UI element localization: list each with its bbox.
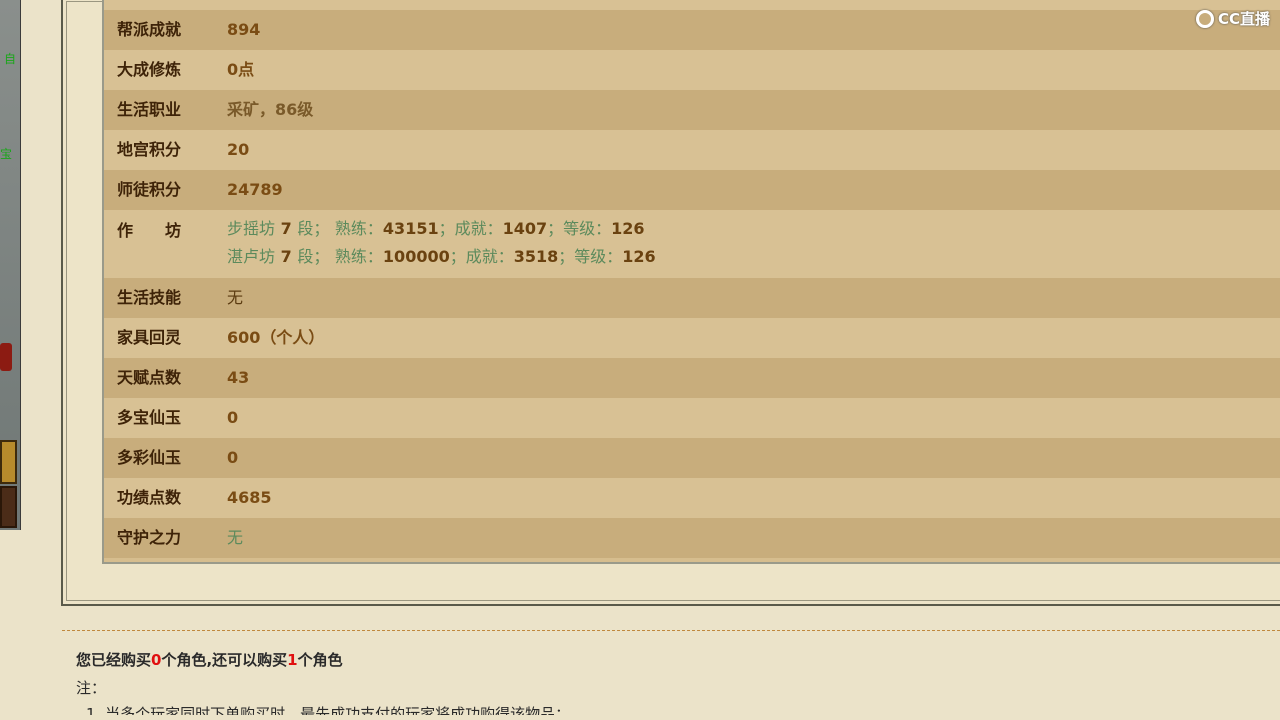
attribute-row: 生活职业 采矿，86级 <box>104 90 1280 130</box>
attribute-value: 894 <box>227 20 261 39</box>
attribute-value: 4685 <box>227 488 272 507</box>
attribute-value: 无 <box>227 288 244 307</box>
attribute-row: 帮派成就 894 <box>104 10 1280 50</box>
attribute-label: 天赋点数 <box>117 368 182 387</box>
sidebar-gold-button[interactable] <box>0 440 17 484</box>
attribute-label: 守护之力 <box>117 528 182 547</box>
purchase-suffix: 个角色 <box>297 651 343 669</box>
attribute-value: 24789 <box>227 180 283 199</box>
workshop-line: 步摇坊 7 段； 熟练：43151；成就：1407；等级：126 <box>227 215 656 243</box>
attribute-row: 生活技能 无 <box>104 278 1280 318</box>
attribute-value: 采矿，86级 <box>227 100 314 119</box>
attribute-label: 作 坊 <box>117 221 182 240</box>
workshop-level-label: ；等级： <box>547 219 612 238</box>
attribute-row: 地宫积分 20 <box>104 130 1280 170</box>
workshop-dan: 7 <box>280 247 292 266</box>
role-attributes-panel: 帮派成就 894 大成修炼 0点 生活职业 采矿，86级 地宫积分 20 师徒积… <box>102 0 1280 564</box>
workshop-level: 126 <box>611 219 645 238</box>
attribute-value: 0点 <box>227 60 255 79</box>
workshop-line: 湛卢坊 7 段； 熟练：100000；成就：3518；等级：126 <box>227 243 656 271</box>
attribute-label: 生活职业 <box>117 100 182 119</box>
workshop-list: 步摇坊 7 段； 熟练：43151；成就：1407；等级：126 湛卢坊 7 段… <box>227 215 656 271</box>
watermark-text: CC直播 <box>1217 10 1270 28</box>
purchase-remaining-count: 1 <box>287 651 298 669</box>
workshop-achievement-label: ；成就： <box>449 247 514 266</box>
attribute-label: 家具回灵 <box>117 328 182 347</box>
sidebar-glyph: 宝 <box>0 147 13 161</box>
workshop-proficiency-label: 熟练： <box>334 247 383 266</box>
attribute-label: 多宝仙玉 <box>117 408 182 427</box>
attribute-value: 无 <box>227 528 244 547</box>
sidebar-brown-button[interactable] <box>0 486 17 528</box>
cc-live-logo-icon <box>1195 9 1214 28</box>
attribute-label: 多彩仙玉 <box>117 448 182 467</box>
stream-watermark: CC直播 <box>1195 8 1270 29</box>
attribute-row-partial <box>104 0 1280 10</box>
attribute-label: 地宫积分 <box>117 140 182 159</box>
sidebar-glyph: 自 <box>4 52 17 66</box>
workshop-proficiency: 100000 <box>382 247 450 266</box>
workshop-proficiency-label: 熟练： <box>334 219 383 238</box>
workshop-proficiency: 43151 <box>382 219 439 238</box>
workshop-level-label: ；等级： <box>558 247 623 266</box>
workshop-achievement-label: ；成就： <box>438 219 503 238</box>
attribute-value: 43 <box>227 368 250 387</box>
note-rule-1: 1. 当多个玩家同时下单购买时，最先成功支付的玩家将成功购得该物品； <box>86 705 571 715</box>
section-divider <box>62 630 1280 631</box>
attribute-label: 功绩点数 <box>117 488 182 507</box>
attribute-row: 家具回灵 600（个人） <box>104 318 1280 358</box>
attribute-row: 师徒积分 24789 <box>104 170 1280 210</box>
workshop-dan-suffix: 段； <box>297 247 330 266</box>
attribute-row: 大成修炼 0点 <box>104 50 1280 90</box>
attribute-row: 功绩点数 4685 <box>104 478 1280 518</box>
attribute-row: 守护之力 无 <box>104 518 1280 558</box>
attribute-label: 帮派成就 <box>117 20 182 39</box>
attribute-value: 0 <box>227 448 239 467</box>
workshop-achievement: 1407 <box>502 219 548 238</box>
purchase-status: 您已经购买0个角色,还可以购买1个角色 <box>76 649 343 670</box>
attribute-row: 多彩仙玉 0 <box>104 438 1280 478</box>
workshop-achievement: 3518 <box>513 247 559 266</box>
sidebar-red-badge[interactable] <box>0 343 12 371</box>
game-sidebar-strip: 自 宝 <box>0 0 21 530</box>
workshop-level: 126 <box>622 247 656 266</box>
workshop-name: 步摇坊 <box>227 219 276 238</box>
attribute-row: 天赋点数 43 <box>104 358 1280 398</box>
purchase-bought-count: 0 <box>151 651 162 669</box>
attribute-value: 20 <box>227 140 250 159</box>
attribute-label: 大成修炼 <box>117 60 182 79</box>
attribute-value: 600（个人） <box>227 328 325 347</box>
workshop-dan: 7 <box>280 219 292 238</box>
attribute-row: 多宝仙玉 0 <box>104 398 1280 438</box>
workshop-name: 湛卢坊 <box>227 247 276 266</box>
attribute-label: 师徒积分 <box>117 180 182 199</box>
note-label: 注： <box>76 679 107 697</box>
attribute-row-workshop: 作 坊 步摇坊 7 段； 熟练：43151；成就：1407；等级：126 湛卢坊… <box>104 210 1280 278</box>
attribute-label: 生活技能 <box>117 288 182 307</box>
attribute-value: 0 <box>227 408 239 427</box>
workshop-dan-suffix: 段； <box>297 219 330 238</box>
purchase-middle: 个角色,还可以购买 <box>161 651 288 669</box>
purchase-prefix: 您已经购买 <box>76 651 152 669</box>
